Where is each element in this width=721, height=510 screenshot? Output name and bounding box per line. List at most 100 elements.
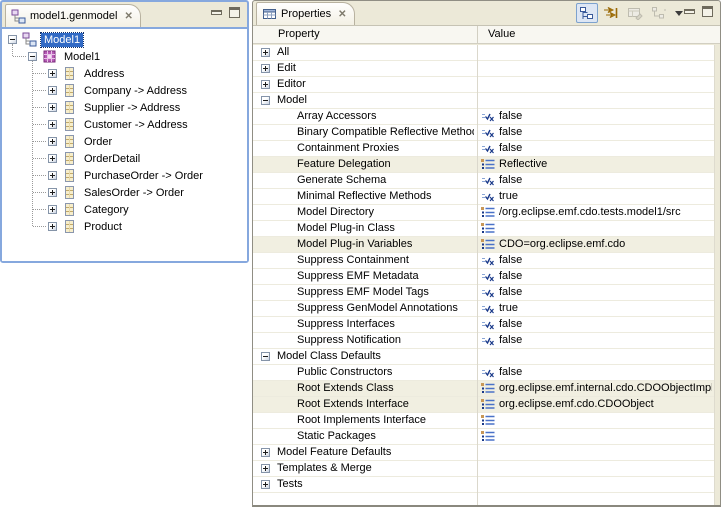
editor-content: Model1Model1AddressCompany -> AddressSup… (2, 27, 247, 261)
tree-item-customer-address[interactable]: Customer -> Address (2, 116, 247, 133)
expand-icon[interactable] (261, 464, 270, 473)
expand-icon[interactable] (261, 80, 270, 89)
property-value-cell[interactable] (481, 221, 712, 236)
property-value-cell[interactable]: CDO=org.eclipse.emf.cdo (481, 237, 712, 252)
collapse-icon[interactable] (261, 96, 270, 105)
tree-item-model1[interactable]: Model1 (2, 31, 247, 48)
property-value-cell[interactable]: org.eclipse.emf.internal.cdo.CDOObjectIm… (481, 381, 712, 396)
property-value-cell[interactable]: false (481, 141, 712, 156)
tree-item-order[interactable]: Order (2, 133, 247, 150)
property-row-root-extends-interface[interactable]: Root Extends Interface org.eclipse.emf.cd… (253, 397, 720, 413)
property-value-cell[interactable]: org.eclipse.emf.cdo.CDOObject (481, 397, 712, 412)
property-row-static-packages[interactable]: Static Packages (253, 429, 720, 445)
expand-icon[interactable] (48, 188, 57, 197)
expand-icon[interactable] (48, 103, 57, 112)
property-value-cell[interactable]: false (481, 365, 712, 380)
property-row-containment-proxies[interactable]: Containment Proxiesfalse (253, 141, 720, 157)
property-row-suppress-genmodel-annotations[interactable]: Suppress GenModel Annotationstrue (253, 301, 720, 317)
property-row-minimal-reflective-methods[interactable]: Minimal Reflective Methodstrue (253, 189, 720, 205)
expand-icon[interactable] (261, 64, 270, 73)
close-icon[interactable]: ✕ (124, 11, 132, 22)
category-row-editor[interactable]: Editor (253, 77, 720, 93)
property-value-cell[interactable]: false (481, 253, 712, 268)
expand-icon[interactable] (48, 120, 57, 129)
property-row-model-plug-in-variables[interactable]: Model Plug-in VariablesCDO=org.eclipse.e… (253, 237, 720, 253)
expand-icon[interactable] (48, 69, 57, 78)
maximize-button[interactable] (229, 7, 240, 18)
tree-item-purchaseorder-order[interactable]: PurchaseOrder -> Order (2, 167, 247, 184)
property-value: /org.eclipse.emf.cdo.tests.model1/src (499, 205, 681, 220)
property-row-model-directory[interactable]: Model Directory/org.eclipse.emf.cdo.test… (253, 205, 720, 221)
property-value-cell[interactable]: false (481, 317, 712, 332)
genmodel-icon (11, 9, 26, 24)
property-row-model-plug-in-class[interactable]: Model Plug-in Class (253, 221, 720, 237)
tree-item-label: Company -> Address (81, 84, 190, 98)
tree-item-model1[interactable]: Model1 (2, 48, 247, 65)
property-value-cell[interactable]: Reflective (481, 157, 712, 172)
category-row-tests[interactable]: Tests (253, 477, 720, 493)
expand-icon[interactable] (48, 154, 57, 163)
expand-icon[interactable] (48, 171, 57, 180)
property-value-cell[interactable]: false (481, 109, 712, 124)
property-value-cell[interactable]: false (481, 269, 712, 284)
tree-item-salesorder-order[interactable]: SalesOrder -> Order (2, 184, 247, 201)
expand-icon[interactable] (48, 222, 57, 231)
property-value-cell[interactable] (481, 429, 712, 444)
property-row-feature-delegation[interactable]: Feature DelegationReflective (253, 157, 720, 173)
tab-properties[interactable]: Properties ✕ (256, 2, 355, 25)
property-row-binary-compatible-reflective-methods[interactable]: Binary Compatible Reflective Methodsfals… (253, 125, 720, 141)
show-categories-button[interactable] (576, 3, 598, 23)
property-name: Root Extends Interface (297, 397, 474, 412)
property-value-cell[interactable]: true (481, 301, 712, 316)
property-row-suppress-emf-model-tags[interactable]: Suppress EMF Model Tagsfalse (253, 285, 720, 301)
property-row-generate-schema[interactable]: Generate Schemafalse (253, 173, 720, 189)
property-value-cell[interactable]: /org.eclipse.emf.cdo.tests.model1/src (481, 205, 712, 220)
tree-item-company-address[interactable]: Company -> Address (2, 82, 247, 99)
property-value-cell[interactable]: false (481, 285, 712, 300)
minimize-button[interactable] (211, 10, 222, 15)
expand-icon[interactable] (261, 448, 270, 457)
collapse-icon[interactable] (261, 352, 270, 361)
expand-icon[interactable] (48, 86, 57, 95)
property-value-cell[interactable]: true (481, 189, 712, 204)
property-value-cell[interactable]: false (481, 173, 712, 188)
collapse-icon[interactable] (28, 52, 37, 61)
tab-model1-genmodel[interactable]: model1.genmodel ✕ (5, 4, 141, 27)
property-name: Root Implements Interface (297, 413, 474, 428)
maximize-button[interactable] (702, 6, 713, 17)
property-name: Suppress Containment (297, 253, 474, 268)
tree-item-address[interactable]: Address (2, 65, 247, 82)
property-row-public-constructors[interactable]: Public Constructorsfalse (253, 365, 720, 381)
expand-icon[interactable] (48, 205, 57, 214)
tree-item-orderdetail[interactable]: OrderDetail (2, 150, 247, 167)
tree-item-product[interactable]: Product (2, 218, 247, 235)
expand-icon[interactable] (261, 48, 270, 57)
property-row-root-extends-class[interactable]: Root Extends Classorg.eclipse.emf.intern… (253, 381, 720, 397)
category-row-templates-merge[interactable]: Templates & Merge (253, 461, 720, 477)
property-value-cell[interactable]: false (481, 333, 712, 348)
tree-item-category[interactable]: Category (2, 201, 247, 218)
property-row-suppress-interfaces[interactable]: Suppress Interfacesfalse (253, 317, 720, 333)
column-divider[interactable] (477, 26, 478, 43)
category-row-model-class-defaults[interactable]: Model Class Defaults (253, 349, 720, 365)
property-row-array-accessors[interactable]: Array Accessorsfalse (253, 109, 720, 125)
expand-icon[interactable] (48, 137, 57, 146)
class-icon (62, 134, 77, 149)
category-row-model-feature-defaults[interactable]: Model Feature Defaults (253, 445, 720, 461)
show-advanced-properties-button[interactable] (600, 3, 622, 23)
property-value-cell[interactable]: false (481, 125, 712, 140)
boolean-value-icon (481, 335, 495, 346)
tree-item-supplier-address[interactable]: Supplier -> Address (2, 99, 247, 116)
category-row-all[interactable]: All (253, 45, 720, 61)
close-icon[interactable]: ✕ (338, 9, 346, 20)
property-value-cell[interactable] (481, 413, 712, 428)
expand-icon[interactable] (261, 480, 270, 489)
collapse-icon[interactable] (8, 35, 17, 44)
category-row-model[interactable]: Model (253, 93, 720, 109)
minimize-button[interactable] (684, 9, 695, 14)
property-row-suppress-notification[interactable]: Suppress Notificationfalse (253, 333, 720, 349)
property-row-suppress-containment[interactable]: Suppress Containment false (253, 253, 720, 269)
property-row-suppress-emf-metadata[interactable]: Suppress EMF Metadatafalse (253, 269, 720, 285)
category-row-edit[interactable]: Edit (253, 61, 720, 77)
property-row-root-implements-interface[interactable]: Root Implements Interface (253, 413, 720, 429)
